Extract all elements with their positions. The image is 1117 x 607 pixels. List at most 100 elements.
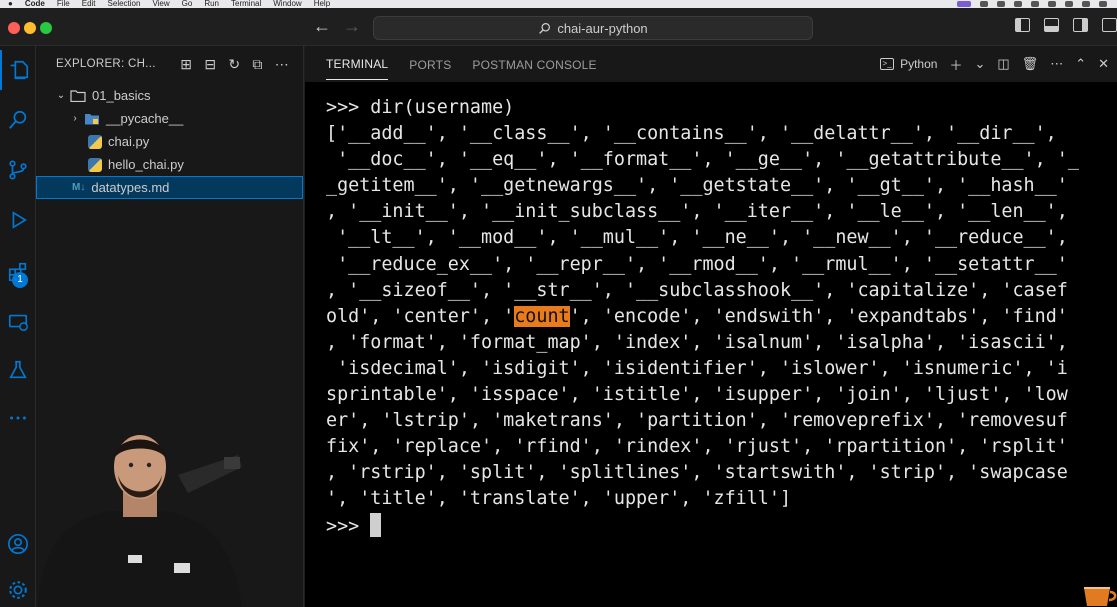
search-icon[interactable] <box>0 100 36 140</box>
terminal-output-line: , '__init__', '__init_subclass__', '__it… <box>326 201 1068 223</box>
menu-terminal[interactable]: Terminal <box>231 0 261 8</box>
menu-window[interactable]: Window <box>273 0 301 8</box>
tab-postman-console[interactable]: POSTMAN CONSOLE <box>472 49 596 80</box>
chevron-down-icon: ⌄ <box>56 90 66 101</box>
pycache-folder-icon <box>85 113 99 124</box>
terminal-command-line: >>> dir(username) <box>326 97 515 118</box>
status-icon[interactable] <box>1014 1 1022 7</box>
terminal-output-line: , 'rstrip', 'split', 'splitlines', 'star… <box>326 462 1068 484</box>
menu-run[interactable]: Run <box>204 0 219 8</box>
more-icon[interactable]: ⋯ <box>1050 56 1063 72</box>
tree-label: 01_basics <box>92 88 151 103</box>
testing-icon[interactable] <box>0 350 36 390</box>
terminal-output-line: '__doc__', '__eq__', '__format__', '__ge… <box>326 149 1079 171</box>
terminal-output[interactable]: >>> dir(username) ['__add__', '__class__… <box>305 82 1117 607</box>
menu-help[interactable]: Help <box>314 0 330 8</box>
tab-terminal[interactable]: TERMINAL <box>326 48 389 80</box>
run-debug-icon[interactable] <box>0 200 36 240</box>
extensions-badge: 1 <box>12 272 28 288</box>
toggle-primary-sidebar-icon[interactable] <box>1015 18 1030 32</box>
customize-layout-icon[interactable] <box>1102 18 1117 32</box>
zoom-window-button[interactable] <box>40 22 52 34</box>
terminal-prompt-line[interactable]: >>> <box>326 512 1117 539</box>
tree-label: chai.py <box>108 134 150 149</box>
terminal-cursor <box>370 512 382 537</box>
tree-folder-pycache[interactable]: › __pycache__ <box>36 107 303 130</box>
source-control-icon[interactable] <box>0 150 36 190</box>
tree-label: __pycache__ <box>106 111 184 126</box>
terminal-output-line-highlight: old', 'center', 'count', 'encode', 'ends… <box>326 304 1117 330</box>
tree-file-hello-chai-py[interactable]: hello_chai.py <box>36 153 303 176</box>
terminal-prompt: >>> <box>326 515 371 537</box>
menu-view[interactable]: View <box>152 0 169 8</box>
new-file-icon[interactable]: ⊞ <box>180 56 192 73</box>
menu-edit[interactable]: Edit <box>82 0 96 8</box>
terminal-type-label: Python <box>900 57 938 71</box>
collapse-all-icon[interactable]: ⧉ <box>252 56 262 73</box>
terminal-output-line: _getitem__', '__getnewargs__', '__getsta… <box>326 175 1068 197</box>
window-title-bar: ← → chai-aur-python <box>0 8 1117 46</box>
highlighted-word: count <box>514 305 570 327</box>
close-window-button[interactable] <box>8 22 20 34</box>
terminal-output-line: sprintable', 'isspace', 'istitle', 'isup… <box>326 384 1068 406</box>
tree-label: hello_chai.py <box>108 157 184 172</box>
chevron-down-icon[interactable]: ⌄ <box>974 56 985 72</box>
toggle-secondary-sidebar-icon[interactable] <box>1073 18 1088 32</box>
split-terminal-icon[interactable]: ◫ <box>997 56 1009 72</box>
status-icon[interactable] <box>1082 1 1090 7</box>
terminal-output-line: er', 'lstrip', 'maketrans', 'partition',… <box>326 410 1068 432</box>
menu-selection[interactable]: Selection <box>108 0 141 8</box>
presenter-webcam-overlay <box>38 435 242 607</box>
more-actions-icon[interactable]: ⋯ <box>275 56 289 73</box>
macos-menu-bar: ● Code File Edit Selection View Go Run T… <box>0 0 1117 8</box>
terminal-output-line: 'isdecimal', 'isdigit', 'isidentifier', … <box>326 357 1068 379</box>
status-icon[interactable] <box>997 1 1005 7</box>
terminal-output-line: , 'format', 'format_map', 'index', 'isal… <box>326 331 1068 353</box>
menubar-status-icons <box>957 1 1107 7</box>
chevron-up-icon[interactable]: ⌃ <box>1075 56 1086 72</box>
terminal-output-line: '__reduce_ex__', '__repr__', '__rmod__',… <box>326 253 1068 275</box>
python-file-icon <box>88 134 102 149</box>
status-icon[interactable] <box>1065 1 1073 7</box>
menu-go[interactable]: Go <box>182 0 193 8</box>
tree-folder-01-basics[interactable]: ⌄ 01_basics <box>36 84 303 107</box>
terminal-output-line: , '__sizeof__', '__str__', '__subclassho… <box>326 279 1068 301</box>
refresh-icon[interactable]: ↻ <box>228 56 240 73</box>
explorer-header: EXPLORER: CH... ⊞ ⊟ ↻ ⧉ ⋯ <box>36 46 303 82</box>
status-icon[interactable] <box>1031 1 1039 7</box>
status-icon[interactable] <box>980 1 988 7</box>
extensions-icon[interactable]: 1 <box>0 252 36 292</box>
close-icon[interactable]: ✕ <box>1098 56 1109 72</box>
terminal-output-line: fix', 'replace', 'rfind', 'rindex', 'rju… <box>326 436 1068 458</box>
panel-actions: >_ Python ＋ ⌄ ◫ 🗑 ⋯ ⌃ ✕ <box>880 55 1109 74</box>
tree-label: datatypes.md <box>91 180 170 195</box>
folder-icon <box>70 89 86 102</box>
plus-icon[interactable]: ＋ <box>949 55 962 74</box>
arrow-right-icon[interactable]: → <box>343 16 361 37</box>
status-icon[interactable] <box>1048 1 1056 7</box>
menu-app-name[interactable]: Code <box>25 0 45 8</box>
status-app-icon[interactable] <box>957 1 971 7</box>
terminal-selector[interactable]: >_ Python <box>880 57 937 71</box>
trash-icon[interactable]: 🗑 <box>1022 56 1039 72</box>
files-icon[interactable] <box>0 50 36 90</box>
terminal-text-segment: ', 'encode', 'endswith', 'expandtabs', '… <box>569 305 1068 327</box>
terminal-output-line: '__lt__', '__mod__', '__mul__', '__ne__'… <box>326 227 1068 249</box>
status-icon[interactable] <box>1099 1 1107 7</box>
remote-explorer-icon[interactable] <box>0 302 36 342</box>
menu-file[interactable]: File <box>57 0 70 8</box>
teacup-logo-icon <box>1084 587 1117 606</box>
tree-file-chai-py[interactable]: chai.py <box>36 130 303 153</box>
terminal-output-line: ', 'title', 'translate', 'upper', 'zfill… <box>326 488 792 510</box>
command-center-search[interactable]: chai-aur-python <box>373 16 813 40</box>
new-folder-icon[interactable]: ⊟ <box>204 56 216 73</box>
arrow-left-icon[interactable]: ← <box>313 16 331 37</box>
python-file-icon <box>88 157 102 172</box>
tree-file-datatypes-md[interactable]: M↓ datatypes.md <box>36 176 303 199</box>
terminal-output-line: ['__add__', '__class__', '__contains__',… <box>326 123 1057 145</box>
toggle-panel-icon[interactable] <box>1044 18 1059 32</box>
tab-ports[interactable]: PORTS <box>409 49 451 80</box>
apple-icon[interactable]: ● <box>8 0 13 8</box>
minimize-window-button[interactable] <box>24 22 36 34</box>
command-center-label: chai-aur-python <box>557 20 648 36</box>
